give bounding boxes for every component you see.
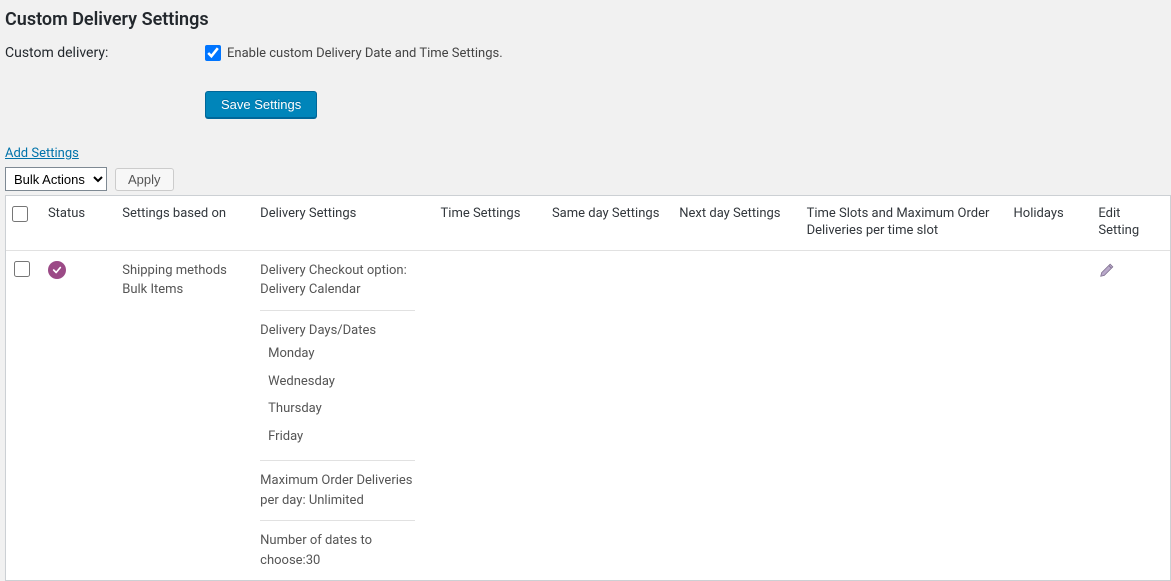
delivery-day: Wednesday xyxy=(260,368,415,396)
max-orders-value: Unlimited xyxy=(309,493,364,508)
delivery-days-header: Delivery Days/Dates xyxy=(260,321,415,341)
based-on-line1: Shipping methods xyxy=(122,261,244,281)
header-next-day: Next day Settings xyxy=(671,196,798,251)
header-edit: Edit Setting xyxy=(1090,196,1170,251)
row-checkbox[interactable] xyxy=(14,261,30,277)
enable-custom-delivery-checkbox[interactable] xyxy=(205,45,221,61)
select-all-checkbox[interactable] xyxy=(12,206,28,222)
delivery-day: Friday xyxy=(260,423,415,451)
header-holidays: Holidays xyxy=(1006,196,1091,251)
save-settings-button[interactable]: Save Settings xyxy=(205,91,317,118)
time-settings-cell xyxy=(433,251,544,581)
header-same-day: Same day Settings xyxy=(544,196,671,251)
checkout-option-label: Delivery Checkout option: xyxy=(260,263,407,278)
same-day-cell xyxy=(544,251,671,581)
status-active-icon xyxy=(48,261,66,279)
page-title: Custom Delivery Settings xyxy=(5,5,1171,45)
next-day-cell xyxy=(671,251,798,581)
custom-delivery-label: Custom delivery: xyxy=(5,45,205,61)
delivery-day: Monday xyxy=(260,340,415,368)
delivery-day: Thursday xyxy=(260,395,415,423)
header-based-on: Settings based on xyxy=(114,196,252,251)
num-dates-value: 30 xyxy=(306,553,321,568)
checkout-option-value: Delivery Calendar xyxy=(260,282,360,297)
table-row: Shipping methods Bulk Items Delivery Che… xyxy=(6,251,1170,581)
time-slots-cell xyxy=(799,251,1006,581)
based-on-line2: Bulk Items xyxy=(122,280,244,300)
header-status: Status xyxy=(40,196,114,251)
edit-pencil-icon[interactable] xyxy=(1098,261,1116,286)
header-time-slots: Time Slots and Maximum Order Deliveries … xyxy=(799,196,1006,251)
bulk-actions-select[interactable]: Bulk Actions xyxy=(5,167,107,191)
header-delivery-settings: Delivery Settings xyxy=(252,196,432,251)
apply-button[interactable]: Apply xyxy=(115,168,174,191)
header-time-settings: Time Settings xyxy=(433,196,544,251)
add-settings-link[interactable]: Add Settings xyxy=(5,146,79,161)
enable-custom-delivery-text: Enable custom Delivery Date and Time Set… xyxy=(227,46,503,61)
holidays-cell xyxy=(1006,251,1091,581)
